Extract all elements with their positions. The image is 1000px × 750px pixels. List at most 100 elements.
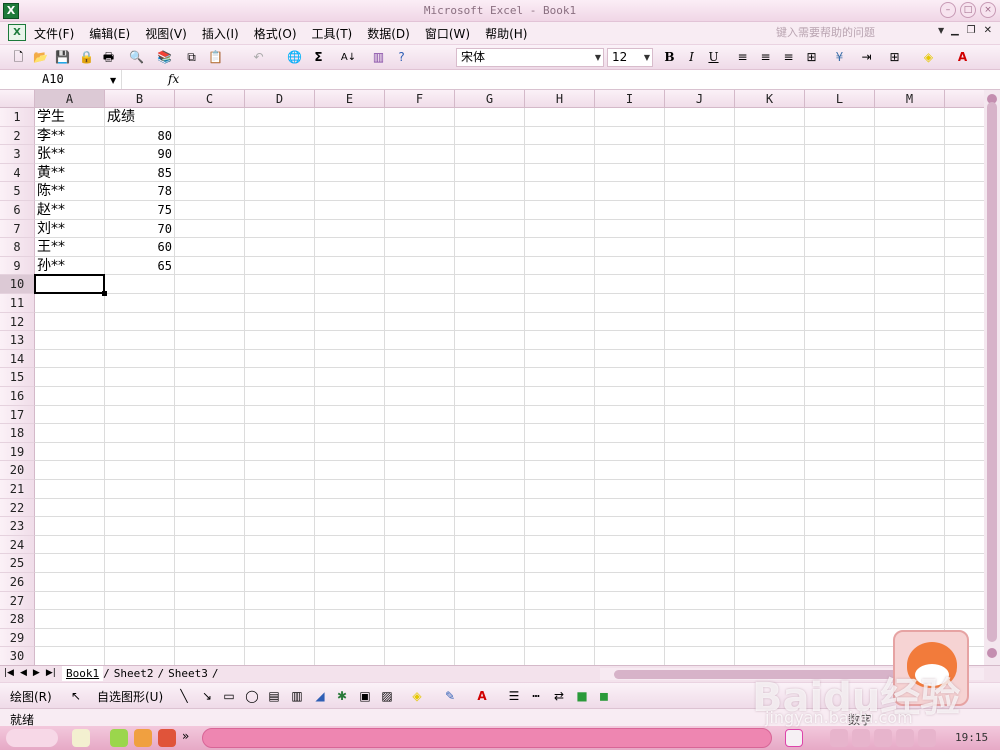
table-cell[interactable]: 刘** [37,220,102,239]
doc-restore-icon[interactable]: ❐ [967,25,976,36]
merge-center-icon[interactable]: ⊞ [803,49,820,66]
hyperlink-icon[interactable]: 🌐 [286,49,303,66]
tray-icon[interactable] [852,729,870,747]
help-icon[interactable]: ? [393,49,410,66]
font-color-icon[interactable]: A [954,49,971,66]
menu-item[interactable]: 帮助(H) [485,25,527,42]
bold-button[interactable]: B [661,49,678,66]
font-color-icon[interactable]: A [474,688,490,704]
row-header[interactable]: 18 [0,424,35,443]
italic-button[interactable]: I [683,49,700,66]
row-header[interactable]: 15 [0,368,35,387]
table-cell[interactable]: 80 [107,127,172,146]
menu-item[interactable]: 插入(I) [202,25,239,42]
tray-icon[interactable] [874,729,892,747]
column-header[interactable] [945,90,984,108]
row-header[interactable]: 8 [0,238,35,257]
print-icon[interactable]: 🖶 [100,49,117,66]
help-search-input[interactable]: 键入需要帮助的问题 [776,24,948,41]
column-header[interactable]: B [105,90,175,108]
line-style-icon[interactable]: ☰ [506,688,522,704]
table-cell[interactable]: 60 [107,238,172,257]
currency-icon[interactable]: ¥ [831,49,848,66]
quick-launch-icon[interactable] [158,729,176,747]
align-right-icon[interactable]: ≡ [780,49,797,66]
font-name-select[interactable]: 宋体 ▼ [456,48,604,67]
function-icon[interactable]: fx [168,72,179,86]
arrow-icon[interactable]: ↘ [199,688,215,704]
row-header[interactable]: 30 [0,647,35,665]
row-header[interactable]: 7 [0,219,35,239]
select-pointer-icon[interactable]: ↖ [68,688,84,704]
row-header[interactable]: 6 [0,201,35,220]
row-header[interactable]: 28 [0,610,35,629]
table-cell[interactable]: 成绩 [107,108,172,127]
menu-item[interactable]: 视图(V) [145,25,187,42]
table-cell[interactable]: 黄** [37,164,102,183]
row-header[interactable]: 24 [0,535,35,555]
row-header[interactable]: 4 [0,163,35,183]
align-left-icon[interactable]: ≡ [734,49,751,66]
table-cell[interactable]: 85 [107,164,172,183]
line-color-icon[interactable]: ✎ [442,688,458,704]
borders-icon[interactable]: ⊞ [886,49,903,66]
first-sheet-icon[interactable]: |◀ [4,668,14,678]
row-header[interactable]: 21 [0,480,35,499]
paste-icon[interactable]: 📋 [207,49,224,66]
row-header[interactable]: 17 [0,405,35,425]
row-header[interactable]: 10 [0,275,35,294]
fill-color-icon[interactable]: ◈ [409,688,425,704]
next-sheet-icon[interactable]: ▶ [33,668,40,678]
column-header[interactable]: G [455,90,525,108]
row-header[interactable]: 16 [0,387,35,406]
row-header[interactable]: 22 [0,498,35,518]
table-cell[interactable]: 孙** [37,257,102,276]
draw-menu-button[interactable]: 绘图(R) [10,688,52,705]
sheet-tab[interactable]: Sheet2 [110,666,158,681]
prev-sheet-icon[interactable]: ◀ [20,668,27,678]
column-header[interactable]: F [385,90,455,108]
text-box-icon[interactable]: ▤ [266,688,282,704]
underline-button[interactable]: U [705,49,722,66]
menu-item[interactable]: 格式(O) [254,25,297,42]
vertical-text-box-icon[interactable]: ▥ [289,688,305,704]
table-cell[interactable]: 75 [107,201,172,220]
quick-launch-icon[interactable] [72,729,90,747]
rectangle-icon[interactable]: ▭ [221,688,237,704]
chart-wizard-icon[interactable]: ▥ [370,49,387,66]
row-header[interactable]: 20 [0,461,35,480]
row-header[interactable]: 5 [0,182,35,201]
table-cell[interactable]: 65 [107,257,172,276]
new-file-icon[interactable]: 🗋 [10,49,27,66]
column-header[interactable]: K [735,90,805,108]
row-header[interactable]: 14 [0,349,35,369]
doc-minimize-icon[interactable]: ▁ [951,25,959,36]
tray-icon[interactable] [830,729,848,747]
fill-handle[interactable] [102,291,107,296]
quick-launch-icon[interactable] [110,729,128,747]
menu-item[interactable]: 工具(T) [312,25,353,42]
row-header[interactable]: 2 [0,126,35,146]
quick-launch-icon[interactable] [134,729,152,747]
print-preview-icon[interactable]: 🔍 [128,49,145,66]
chevron-down-icon[interactable]: ▼ [938,26,944,35]
row-header[interactable]: 12 [0,312,35,332]
arrow-style-icon[interactable]: ⇄ [551,688,567,704]
fill-color-icon[interactable]: ◈ [920,49,937,66]
active-cell-border[interactable] [34,274,105,294]
column-header[interactable]: E [315,90,385,108]
taskbar-excel-button[interactable] [202,728,772,748]
open-folder-icon[interactable]: 📂 [32,49,49,66]
row-header[interactable]: 19 [0,442,35,462]
tray-icon[interactable] [918,729,936,747]
autosum-icon[interactable]: Σ [310,49,327,66]
row-header[interactable]: 9 [0,256,35,276]
sheet-tab[interactable]: Book1 [62,666,104,681]
undo-icon[interactable]: ↶ [250,49,267,66]
column-header[interactable]: I [595,90,665,108]
more-icon[interactable]: » [182,729,194,747]
row-header[interactable]: 25 [0,554,35,573]
row-header[interactable]: 29 [0,628,35,648]
column-header[interactable]: H [525,90,595,108]
row-header[interactable]: 13 [0,331,35,350]
